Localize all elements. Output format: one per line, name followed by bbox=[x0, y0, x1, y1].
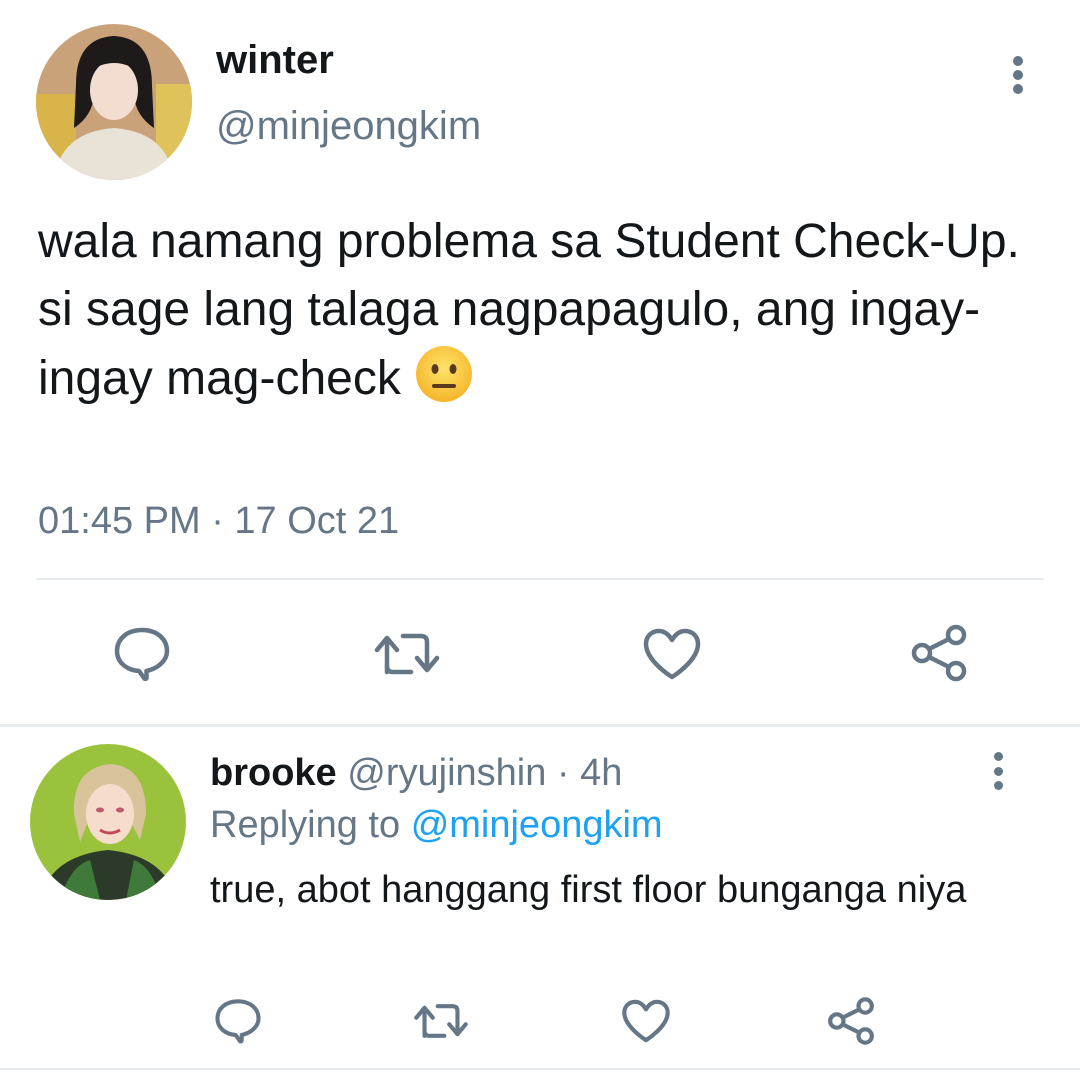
more-options-icon[interactable] bbox=[984, 752, 1012, 790]
tweet-timestamp: 01:45 PM · 17 Oct 21 bbox=[38, 500, 400, 542]
share-icon[interactable] bbox=[906, 622, 972, 684]
like-icon[interactable] bbox=[620, 996, 672, 1046]
retweet-icon[interactable] bbox=[412, 998, 470, 1044]
share-icon[interactable] bbox=[824, 994, 878, 1048]
winter-avatar[interactable] bbox=[36, 24, 192, 180]
user-handle[interactable]: @minjeongkim bbox=[216, 104, 481, 149]
section-divider bbox=[0, 724, 1080, 727]
tweet-text: wala namang problema sa Student Check-Up… bbox=[38, 208, 1048, 413]
reply-icon[interactable] bbox=[110, 624, 174, 684]
replying-prefix: Replying to bbox=[210, 804, 401, 846]
reply-time: 4h bbox=[580, 752, 623, 794]
like-icon[interactable] bbox=[640, 624, 704, 684]
reply-display-name[interactable]: brooke bbox=[210, 752, 337, 794]
separator-dot: · bbox=[556, 752, 570, 794]
divider bbox=[36, 578, 1044, 580]
avatar-photo bbox=[30, 744, 186, 900]
reply-text: true, abot hanggang first floor bunganga… bbox=[210, 869, 967, 911]
replying-to: Replying to @minjeongkim bbox=[210, 804, 663, 847]
neutral-face-emoji bbox=[414, 344, 474, 404]
reply-handle[interactable]: @ryujinshin bbox=[347, 752, 546, 794]
divider bbox=[0, 1068, 1080, 1070]
tweet-body: wala namang problema sa Student Check-Up… bbox=[38, 215, 1020, 405]
reply-header: brooke @ryujinshin · 4h bbox=[210, 752, 622, 795]
more-options-icon[interactable] bbox=[1004, 56, 1032, 94]
avatar-photo bbox=[36, 24, 192, 180]
brooke-avatar[interactable] bbox=[30, 744, 186, 900]
reply-icon[interactable] bbox=[212, 996, 264, 1046]
mention-link[interactable]: @minjeongkim bbox=[411, 804, 663, 846]
retweet-icon[interactable] bbox=[372, 626, 442, 682]
display-name[interactable]: winter bbox=[216, 38, 334, 83]
